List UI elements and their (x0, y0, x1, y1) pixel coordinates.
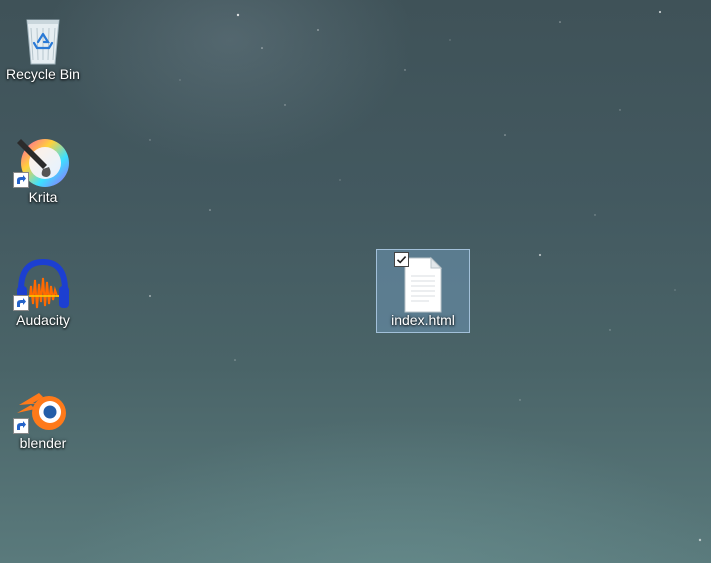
shortcut-arrow-icon (13, 295, 29, 311)
desktop-icon-audacity[interactable]: Audacity (0, 250, 86, 334)
desktop-icon-label: Audacity (16, 312, 70, 328)
selection-checkbox[interactable] (394, 252, 409, 267)
starfield-decoration (149, 10, 702, 542)
desktop-icon-label: blender (19, 435, 67, 451)
checkmark-icon (396, 256, 407, 264)
desktop-icon-recycle-bin[interactable]: Recycle Bin (0, 4, 86, 88)
desktop-icon-krita[interactable]: Krita (0, 127, 86, 211)
desktop-icon-blender[interactable]: blender (0, 373, 86, 457)
desktop-background[interactable]: Recycle Bin Krita Audacity blender index… (0, 0, 711, 563)
shortcut-arrow-icon (13, 418, 29, 434)
desktop-icon-label: index.html (391, 312, 455, 328)
shortcut-arrow-icon (13, 172, 29, 188)
desktop-icon-label: Recycle Bin (6, 66, 80, 82)
recycle-bin-icon (26, 19, 60, 65)
desktop-icon-index-html[interactable]: index.html (376, 249, 470, 333)
desktop-icon-label: Krita (28, 189, 58, 205)
